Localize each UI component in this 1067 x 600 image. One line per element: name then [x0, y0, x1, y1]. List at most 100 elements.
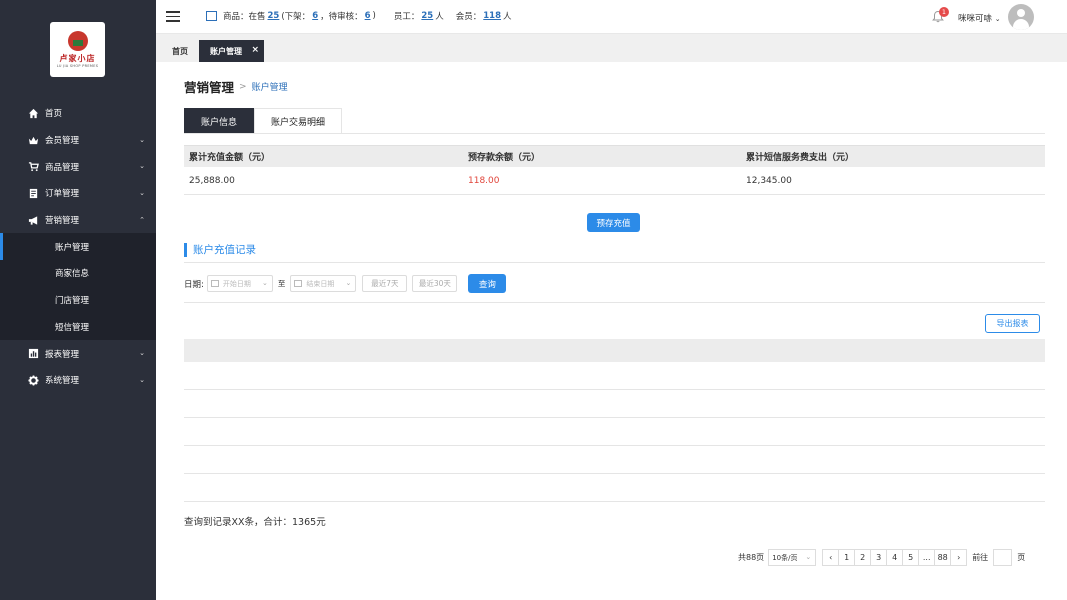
member-unit: 人 — [503, 12, 512, 22]
tab-home[interactable]: 首页 — [164, 40, 196, 62]
query-button[interactable]: 查询 — [468, 274, 507, 293]
date-label: 日期: — [184, 279, 204, 290]
avatar[interactable] — [1008, 4, 1034, 30]
page-button[interactable]: 2 — [854, 549, 872, 566]
sidebar-nav: 首页 会员管理 ⌄ 商品管理 ⌄ 订单管理 ⌄ 营销管理 ⌃ 账户管理 商家信息… — [0, 100, 156, 394]
user-name: 咪咪可哧 — [958, 14, 993, 24]
member-label: 会员： — [455, 12, 482, 22]
sidebar-subitem-account[interactable]: 账户管理 — [0, 233, 156, 261]
logo-emblem-icon — [67, 31, 88, 51]
sidebar-item-label: 首页 — [45, 109, 63, 120]
sidebar-item-label: 营销管理 — [45, 216, 80, 227]
goto-label: 前往 — [972, 553, 989, 562]
main-content: 营销管理 > 账户管理 账户信息 账户交易明细 累计充值金额（元） 预存款余额（… — [156, 62, 1067, 600]
chevron-down-icon: ⌄ — [139, 375, 145, 384]
page-button[interactable]: 1 — [838, 549, 856, 566]
start-date-picker[interactable]: 开始日期 ⌄ — [206, 275, 273, 292]
stats-chart-icon — [206, 11, 217, 21]
column-header: 预存款余额（元） — [468, 153, 541, 163]
pending-close: ) — [372, 11, 376, 21]
page-ellipsis[interactable]: ... — [918, 549, 936, 566]
sidebar-item-goods[interactable]: 商品管理 ⌄ — [0, 153, 156, 180]
page-unit: 页 — [1017, 553, 1026, 562]
pending-count[interactable]: 6 — [365, 11, 371, 21]
sidebar-item-members[interactable]: 会员管理 ⌄ — [0, 127, 156, 154]
sidebar-item-marketing[interactable]: 营销管理 ⌃ — [0, 207, 156, 234]
store-stats: 商品：在售 25 (下架： 6 ，待审核： 6 ) 员工： 25 人 会员： 1… — [206, 10, 512, 22]
start-date-placeholder: 开始日期 — [222, 279, 251, 288]
staff-unit: 人 — [435, 12, 444, 22]
filter-bar: 日期: 开始日期 ⌄ 至 结束日期 ⌄ 最近7天 最近30天 查询 — [184, 274, 507, 293]
next-page-button[interactable]: › — [950, 549, 968, 566]
sidebar-item-home[interactable]: 首页 — [0, 100, 156, 127]
page-button[interactable]: 5 — [902, 549, 920, 566]
sidebar-subitem-merchant[interactable]: 商家信息 — [0, 260, 156, 287]
recharge-records-table — [184, 339, 1045, 502]
end-date-placeholder: 结束日期 — [306, 279, 335, 288]
prepaid-recharge-button[interactable]: 预存充值 — [587, 213, 640, 232]
chevron-down-icon: ⌄ — [139, 189, 145, 198]
cart-icon — [28, 161, 39, 172]
pending-label: ，待审核： — [320, 12, 363, 22]
notification-badge: 1 — [939, 7, 949, 17]
export-report-button[interactable]: 导出报表 — [985, 314, 1040, 333]
menu-toggle-icon[interactable] — [166, 11, 180, 23]
sub-tabs: 账户信息 账户交易明细 — [184, 108, 343, 133]
total-pages: 共88页 — [738, 553, 765, 562]
off-shelf-label: (下架： — [281, 12, 311, 22]
sidebar-subitem-label: 门店管理 — [55, 296, 90, 307]
tab-transaction-details[interactable]: 账户交易明细 — [254, 108, 343, 133]
divider — [184, 133, 1045, 134]
page-size-value: 10条/页 — [772, 553, 798, 562]
page-button[interactable]: 3 — [870, 549, 888, 566]
page-button[interactable]: 4 — [886, 549, 904, 566]
table-row — [184, 474, 1045, 502]
section-title-text: 账户充值记录 — [193, 244, 256, 256]
sidebar-subitem-stores[interactable]: 门店管理 — [0, 286, 156, 314]
breadcrumb-current[interactable]: 账户管理 — [252, 80, 288, 93]
calendar-icon — [294, 280, 303, 287]
sidebar-item-system[interactable]: 系统管理 ⌄ — [0, 367, 156, 394]
chevron-down-icon: ⌄ — [139, 135, 145, 144]
sidebar-item-label: 商品管理 — [45, 162, 80, 173]
sidebar-item-orders[interactable]: 订单管理 ⌄ — [0, 180, 156, 207]
table-row — [184, 362, 1045, 390]
top-bar: 商品：在售 25 (下架： 6 ，待审核： 6 ) 员工： 25 人 会员： 1… — [156, 0, 1067, 34]
chevron-down-icon: ⌄ — [345, 279, 352, 287]
sidebar-item-reports[interactable]: 报表管理 ⌄ — [0, 340, 156, 367]
member-count[interactable]: 118 — [483, 11, 501, 21]
bar-chart-icon — [28, 348, 39, 359]
sidebar-subitem-sms[interactable]: 短信管理 — [0, 313, 156, 341]
close-icon[interactable]: × — [251, 45, 259, 55]
sms-expense-value: 12,345.00 — [746, 175, 792, 186]
last-30-days-button[interactable]: 最近30天 — [412, 275, 458, 292]
tab-account-management[interactable]: 账户管理 × — [199, 40, 264, 62]
page-size-select[interactable]: 10条/页 ⌄ — [768, 549, 817, 566]
goto-page-input[interactable] — [993, 549, 1013, 566]
brand-logo[interactable]: 卢家小店 LU JIA SHOP PREMES — [50, 22, 105, 77]
off-shelf-count[interactable]: 6 — [312, 11, 318, 21]
sidebar-item-label: 系统管理 — [45, 376, 80, 387]
user-menu[interactable]: 咪咪可哧 ⌄ — [958, 12, 1001, 24]
last-7-days-button[interactable]: 最近7天 — [362, 275, 408, 292]
megaphone-icon — [28, 215, 39, 226]
tab-label: 账户管理 — [210, 46, 242, 56]
tab-account-info[interactable]: 账户信息 — [184, 108, 255, 133]
end-date-picker[interactable]: 结束日期 ⌄ — [290, 275, 357, 292]
account-info-table: 累计充值金额（元） 预存款余额（元） 累计短信服务费支出（元） 25,888.0… — [184, 145, 1045, 195]
calendar-icon — [210, 280, 219, 287]
table-header — [184, 339, 1045, 362]
table-row — [184, 390, 1045, 418]
prev-page-button[interactable]: ‹ — [822, 549, 840, 566]
goods-on-sale-count[interactable]: 25 — [268, 11, 280, 21]
sidebar-item-label: 报表管理 — [45, 349, 80, 360]
sidebar-subitem-label: 商家信息 — [55, 269, 90, 280]
page-button[interactable]: 88 — [934, 549, 952, 566]
staff-count[interactable]: 25 — [421, 11, 433, 21]
staff-label: 员工： — [393, 12, 420, 22]
to-label: 至 — [277, 279, 286, 288]
sidebar-item-label: 会员管理 — [45, 136, 80, 147]
table-row — [184, 418, 1045, 446]
chevron-down-icon: ⌄ — [994, 15, 1001, 23]
total-recharge-value: 25,888.00 — [189, 175, 235, 186]
